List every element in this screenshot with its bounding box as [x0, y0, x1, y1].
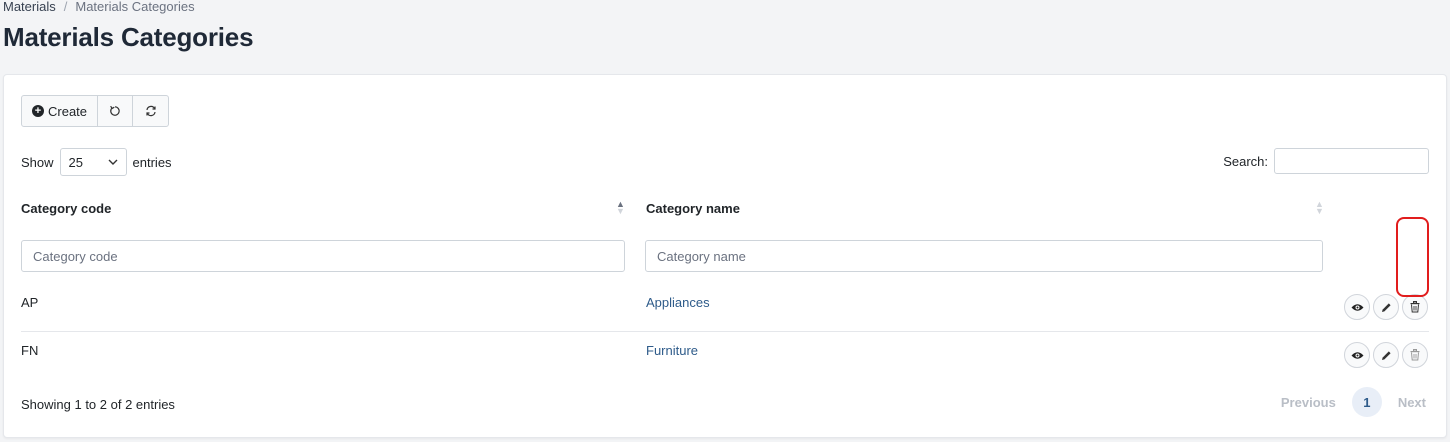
plus-circle-icon: + [32, 105, 44, 117]
breadcrumb-separator: / [63, 0, 68, 14]
table-info: Showing 1 to 2 of 2 entries [21, 397, 175, 412]
pencil-icon [1381, 350, 1391, 360]
sort-icon[interactable]: ▲ ▼ [1315, 200, 1324, 216]
column-header-category-code[interactable]: Category code [21, 201, 111, 216]
delete-button[interactable] [1402, 342, 1428, 368]
page-length-control: Show 25 entries [21, 148, 172, 176]
toolbar: + Create [21, 95, 170, 127]
reset-button[interactable] [98, 96, 134, 126]
next-page-button[interactable]: Next [1392, 395, 1432, 410]
trash-icon [1410, 301, 1420, 313]
eye-icon [1351, 351, 1363, 359]
page-length-select[interactable]: 25 [59, 148, 127, 176]
cell-category-code: AP [21, 295, 39, 310]
search-input[interactable] [1274, 148, 1429, 174]
breadcrumb: Materials / Materials Categories [3, 0, 195, 14]
breadcrumb-parent[interactable]: Materials [3, 0, 56, 14]
cell-category-name-link[interactable]: Furniture [646, 343, 698, 358]
entries-label: entries [132, 154, 172, 170]
cell-category-name-link[interactable]: Appliances [646, 295, 710, 310]
show-label: Show [21, 154, 54, 170]
pagination: Previous 1 Next [1275, 387, 1432, 417]
page-length-value: 25 [68, 154, 83, 170]
row-actions [1344, 294, 1428, 320]
pencil-icon [1381, 302, 1391, 312]
breadcrumb-current: Materials Categories [75, 0, 195, 14]
edit-button[interactable] [1373, 342, 1399, 368]
row-actions [1344, 342, 1428, 368]
previous-page-button[interactable]: Previous [1275, 395, 1342, 410]
undo-icon [110, 105, 120, 116]
view-button[interactable] [1344, 294, 1370, 320]
create-button[interactable]: + Create [22, 96, 99, 126]
sort-icon[interactable]: ▲ ▼ [616, 200, 625, 216]
search-label: Search: [1223, 153, 1268, 169]
delete-button[interactable] [1402, 294, 1428, 320]
search-control: Search: [1223, 148, 1429, 174]
row-divider [21, 331, 1429, 332]
refresh-icon [145, 105, 156, 117]
cell-category-code: FN [21, 343, 39, 358]
chevron-down-icon [108, 159, 118, 165]
view-button[interactable] [1344, 342, 1370, 368]
edit-button[interactable] [1373, 294, 1399, 320]
refresh-button[interactable] [133, 96, 168, 126]
filter-input-category-code[interactable] [21, 240, 625, 272]
content-card: + Create Show 25 entries Search: Categor… [3, 74, 1447, 438]
column-header-category-name[interactable]: Category name [646, 201, 740, 216]
eye-icon [1351, 303, 1363, 311]
delete-column-highlight [1396, 217, 1429, 297]
filter-input-category-name[interactable] [645, 240, 1323, 272]
page-1-button[interactable]: 1 [1351, 387, 1382, 417]
trash-icon [1410, 349, 1420, 361]
page-title: Materials Categories [3, 22, 254, 52]
create-button-label: Create [48, 103, 88, 119]
